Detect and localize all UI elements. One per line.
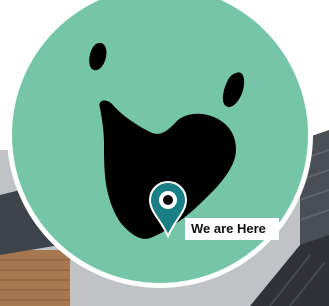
- map-scene: [0, 0, 329, 306]
- pin-label: We are Here: [185, 218, 279, 240]
